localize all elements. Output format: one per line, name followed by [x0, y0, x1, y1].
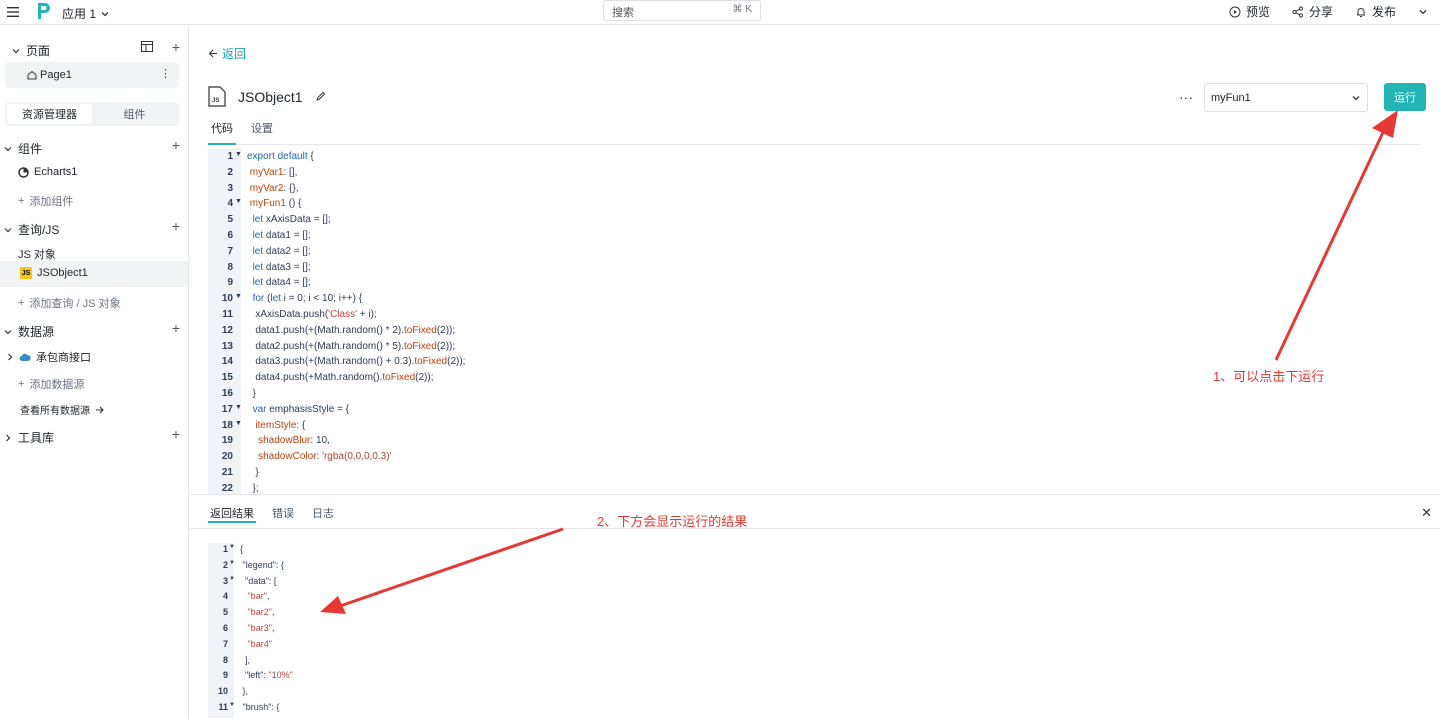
annotation-arrows — [320, 110, 1398, 614]
annotation-arrow-1 — [1274, 125, 1388, 361]
annotation-arrow-2 — [339, 527, 564, 608]
annotation-note-1: 1、可以点击下运行 — [1213, 369, 1325, 384]
annotation-note-2: 2、下方会显示运行的结果 — [597, 514, 748, 529]
annotation-arrowhead-1 — [1372, 110, 1398, 138]
